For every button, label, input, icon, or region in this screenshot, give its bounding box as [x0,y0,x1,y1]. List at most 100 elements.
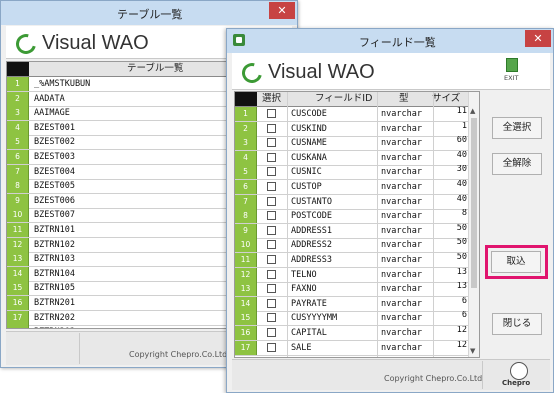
row-number: 8 [7,179,29,194]
type-cell: nvarchar [381,328,422,338]
select-checkbox[interactable] [267,269,276,279]
row-number: 11 [7,223,29,237]
column-header-table-list: テーブル一覧 [127,63,184,74]
size-cell: 50 [456,253,467,262]
row-number: 10 [235,238,257,253]
field-row[interactable]: 4 CUSKANA nvarchar 40 [235,150,479,166]
field-row[interactable]: 15 CUSYYYYMM nvarchar 6 [235,311,479,327]
table-name-cell: BZTRN102 [34,239,75,250]
vertical-scrollbar[interactable]: ▲ ▼ [468,92,479,357]
field-row[interactable]: 9 ADDRESS1 nvarchar 50 [235,223,479,239]
copyright-text: Copyright Chepro.Co.Ltd [384,374,483,383]
select-checkbox[interactable] [267,211,276,221]
table-name-cell: BZEST004 [34,166,75,177]
select-checkbox[interactable] [267,328,276,337]
table-name-cell: BZEST007 [34,210,75,221]
row-number: 11 [235,253,257,267]
row-number: 17 [235,340,257,355]
field-row[interactable]: 1 CUSCODE nvarchar 11 [235,107,479,122]
title-bar[interactable]: フィールド一覧 ✕ [227,29,553,53]
select-checkbox[interactable] [267,196,276,206]
close-button[interactable]: ✕ [525,30,551,47]
row-number: 1 [7,77,29,91]
size-cell: 6 [461,296,467,306]
field-row[interactable]: 12 TELNO nvarchar 13 [235,267,479,283]
scroll-thumb[interactable] [471,118,477,288]
field-id-cell: CUSKIND [291,123,327,134]
field-row[interactable]: 14 PAYRATE nvarchar 6 [235,296,479,312]
import-button[interactable]: 取込 [491,251,541,273]
select-checkbox[interactable] [267,152,276,162]
field-row[interactable]: 7 CUSTANTO nvarchar 40 [235,194,479,210]
select-checkbox[interactable] [267,182,276,191]
logo-bar: Visual WAO EXIT [232,53,550,90]
type-cell: nvarchar [381,225,422,236]
status-divider [482,361,483,389]
field-row[interactable]: 2 CUSKIND nvarchar 1 [235,121,479,137]
chepro-mascot-icon [510,362,528,380]
table-name-cell: BZEST005 [34,181,75,192]
size-cell: 6 [461,311,467,321]
field-row[interactable]: 13 FAXNO nvarchar 13 [235,282,479,298]
table-name-cell: BZTRN105 [34,283,75,294]
select-checkbox[interactable] [267,138,276,148]
select-all-button[interactable]: 全選択 [492,117,542,139]
close-window-button[interactable]: 閉じる [492,313,542,335]
status-divider [79,333,80,364]
row-number: 6 [235,180,257,194]
row-number: 4 [235,150,257,165]
size-cell: 12 [456,340,467,350]
select-checkbox[interactable] [267,284,276,294]
select-checkbox[interactable] [267,109,276,118]
select-checkbox[interactable] [267,225,276,235]
size-cell: 12 [456,326,467,335]
field-row[interactable]: 3 CUSNAME nvarchar 60 [235,136,479,152]
select-checkbox[interactable] [267,298,276,308]
type-cell: nvarchar [381,284,422,295]
size-cell: 13 [456,267,467,277]
select-checkbox[interactable] [267,255,276,264]
field-id-cell: PAYRATE [291,298,327,309]
scroll-down-icon[interactable]: ▼ [470,347,475,355]
field-id-cell: CUSYYYYMM [291,313,338,324]
field-row[interactable]: 17 SALE nvarchar 12 [235,340,479,356]
size-cell: 40 [456,194,467,204]
select-checkbox[interactable] [267,313,276,323]
size-cell: 40 [456,150,467,160]
field-id-cell: CUSTANTO [291,196,332,207]
row-number: 18 [7,325,29,328]
field-id-cell: CAPITAL [291,328,327,338]
title-bar[interactable]: テーブル一覧 ✕ [1,1,297,25]
close-button[interactable]: ✕ [269,2,295,19]
field-row[interactable]: 11 ADDRESS3 nvarchar 50 [235,253,479,268]
type-cell: nvarchar [381,196,422,207]
exit-label: EXIT [504,74,519,82]
field-row[interactable]: 16 CAPITAL nvarchar 12 [235,326,479,341]
field-id-cell: CUSKANA [291,152,327,163]
field-row[interactable]: 5 CUSNIC nvarchar 30 [235,165,479,181]
row-number: 17 [7,310,29,325]
type-cell: nvarchar [381,211,422,222]
column-header-type: 型 [399,93,409,104]
table-name-cell: BZEST001 [34,122,75,133]
row-number: 14 [7,266,29,281]
select-checkbox[interactable] [267,123,276,133]
row-number: 2 [7,91,29,106]
field-id-cell: CUSNIC [291,167,322,178]
scroll-up-icon[interactable]: ▲ [470,107,475,115]
row-number: 9 [7,193,29,208]
table-name-cell: BZTRN101 [34,225,75,235]
select-checkbox[interactable] [267,167,276,177]
field-list-window: フィールド一覧 ✕ Visual WAO EXIT 選択 フィールドID 型 サ… [226,28,554,393]
exit-button[interactable]: EXIT [498,57,528,85]
select-checkbox[interactable] [267,342,276,352]
field-id-cell: ADDRESS3 [291,255,332,265]
copyright-text: Copyright Chepro.Co.Ltd [129,350,228,359]
logo-text: Visual WAO [42,32,149,54]
clear-all-button[interactable]: 全解除 [492,153,542,175]
select-checkbox[interactable] [267,240,276,250]
field-row[interactable]: 6 CUSTOP nvarchar 40 [235,180,479,195]
field-row[interactable]: 8 POSTCODE nvarchar 8 [235,209,479,225]
field-row[interactable]: 10 ADDRESS2 nvarchar 50 [235,238,479,254]
row-number: 14 [235,296,257,311]
